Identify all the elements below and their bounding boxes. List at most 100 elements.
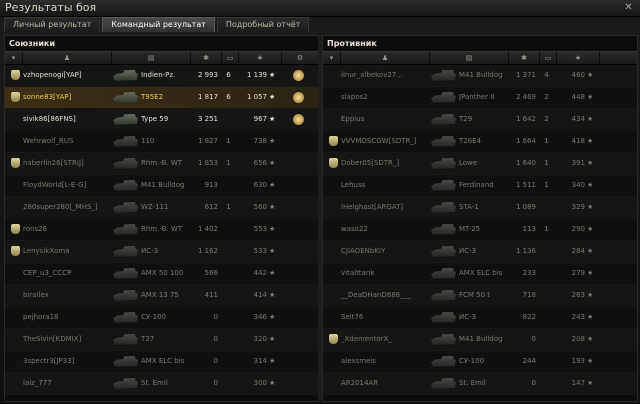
player-name[interactable]: LenysikXoma <box>23 241 115 262</box>
table-row[interactable]: ilnur_albekov27... M41 Bulldog 1 371 4 460 ★ <box>323 65 637 87</box>
damage-value: 1 511 <box>515 181 536 189</box>
player-name[interactable]: Lehuss <box>341 175 433 196</box>
xp-value: 346 <box>253 313 267 321</box>
table-row[interactable]: __DeaDHanD888___ FCM 50 t 718 263 ★ <box>323 285 637 307</box>
player-name[interactable]: ilnur_albekov27... <box>341 65 433 86</box>
medal-column-header[interactable]: ⚙ <box>282 52 318 64</box>
table-row[interactable]: Seit76 ИС-3 822 243 ★ <box>323 307 637 329</box>
kills-value <box>221 307 236 328</box>
table-row[interactable]: TheSivin[KDMIX] T37 0 320 ★ <box>5 329 318 351</box>
player-name[interactable]: sivik86[86FNS] <box>23 109 115 130</box>
player-name[interactable]: VVVMOSCOW[SDTR_] <box>341 131 433 152</box>
tab-personal-result[interactable]: Личный результат <box>4 17 101 32</box>
table-row[interactable]: FloydWorld[L-E-G] M41 Bulldog 913 630 ★ <box>5 175 318 197</box>
table-row[interactable]: vzhopenogi[YAP] Indien-Pz. 2 993 6 1 139 ★ <box>5 65 318 87</box>
vehicle-column-header[interactable]: ▤ <box>430 52 509 64</box>
table-row[interactable]: AR2014AR St. Emil 0 147 ★ <box>323 373 637 395</box>
player-name[interactable]: naberlin26[STRIJ] <box>23 153 115 174</box>
table-row[interactable]: pejhora18 СУ-100 0 346 ★ <box>5 307 318 329</box>
tab-team-result[interactable]: Командный результат <box>102 17 215 32</box>
table-row[interactable]: CJIAOENbKIY ИС-3 1 136 284 ★ <box>323 241 637 263</box>
player-name[interactable]: CJIAOENbKIY <box>341 241 433 262</box>
kills-column-header[interactable]: ▭ <box>540 52 557 64</box>
table-row[interactable]: rons26 Rhm.-B. WT 1 402 553 ★ <box>5 219 318 241</box>
star-icon: ★ <box>587 291 594 299</box>
player-name[interactable]: FloydWorld[L-E-G] <box>23 175 115 196</box>
star-icon: ★ <box>269 335 276 343</box>
medal-column-header[interactable] <box>600 52 637 64</box>
table-row[interactable]: 3spectr3[JP33] AMX ELC bis 0 314 ★ <box>5 351 318 373</box>
table-row[interactable]: waso22 MT-25 113 1 290 ★ <box>323 219 637 241</box>
player-name[interactable]: 280super280[_MHS_] <box>23 197 115 218</box>
damage-column-header[interactable]: ✱ <box>509 52 540 64</box>
vehicle-name: Lowe <box>459 159 478 167</box>
table-row[interactable]: CEP_u3_CCCP AMX 50 100 566 442 ★ <box>5 263 318 285</box>
xp-value: 656 <box>253 159 267 167</box>
table-row[interactable]: VVVMOSCOW[SDTR_] T26E4 1 664 1 418 ★ <box>323 131 637 153</box>
player-column-header[interactable]: ♟ <box>23 52 112 64</box>
table-row[interactable]: naberlin26[STRIJ] Rhm.-B. WT 1 853 1 656 ★ <box>5 153 318 175</box>
player-name[interactable]: AR2014AR <box>341 373 433 394</box>
vehicle-column-header[interactable]: ▤ <box>112 52 191 64</box>
vehicle-name: ИС-3 <box>459 313 477 321</box>
kills-value <box>539 351 554 372</box>
medal-icon <box>608 241 624 262</box>
player-name[interactable]: TheSivin[KDMIX] <box>23 329 115 350</box>
player-name[interactable]: pejhora18 <box>23 307 115 328</box>
player-name[interactable]: _XdementorX_ <box>341 329 433 350</box>
player-name[interactable]: vitalttank <box>341 263 433 284</box>
player-name[interactable]: Eppius <box>341 109 433 130</box>
xp-column-header[interactable]: ★ <box>557 52 600 64</box>
table-row[interactable]: laiz_777 St. Emil 0 300 ★ <box>5 373 318 395</box>
player-name[interactable]: Dober05[SDTR_] <box>341 153 433 174</box>
platoon-icon <box>8 197 22 218</box>
platoon-icon <box>8 175 22 196</box>
medal-icon <box>608 87 624 108</box>
player-name[interactable]: vzhopenogi[YAP] <box>23 65 115 86</box>
player-name[interactable]: alexsmeis <box>341 351 433 372</box>
player-name[interactable]: slapos2 <box>341 87 433 108</box>
kills-value <box>221 109 236 130</box>
xp-value: 314 <box>253 357 267 365</box>
table-row[interactable]: alexsmeis СУ-100 244 193 ★ <box>323 351 637 373</box>
player-name[interactable]: CEP_u3_CCCP <box>23 263 115 284</box>
platoon-column-header[interactable]: ▾ <box>5 52 23 64</box>
table-row[interactable]: Dober05[SDTR_] Lowe 1 640 1 391 ★ <box>323 153 637 175</box>
table-row[interactable]: slapos2 JPanther II 2 469 2 448 ★ <box>323 87 637 109</box>
tank-icon <box>113 131 139 152</box>
kills-value: 1 <box>226 159 231 167</box>
close-icon[interactable]: ✕ <box>623 2 634 13</box>
table-row[interactable]: sivik86[86FNS] Type 59 3 251 967 ★ <box>5 109 318 131</box>
kills-column-header[interactable]: ▭ <box>222 52 239 64</box>
xp-value: 320 <box>253 335 267 343</box>
table-row[interactable]: sonne83[YAP] T95E2 1 817 6 1 057 ★ <box>5 87 318 109</box>
table-row[interactable]: Lehuss Ferdinand 1 511 1 340 ★ <box>323 175 637 197</box>
player-name[interactable]: Seit76 <box>341 307 433 328</box>
damage-column-header[interactable]: ✱ <box>191 52 222 64</box>
table-row[interactable]: birallex AMX 13 75 411 414 ★ <box>5 285 318 307</box>
player-name[interactable]: birallex <box>23 285 115 306</box>
kills-value: 4 <box>544 71 549 79</box>
player-name[interactable]: __DeaDHanD888___ <box>341 285 433 306</box>
player-name[interactable]: waso22 <box>341 219 433 240</box>
player-name[interactable]: iHelghast[ARGAT] <box>341 197 433 218</box>
table-row[interactable]: _XdementorX_ M41 Bulldog 0 208 ★ <box>323 329 637 351</box>
player-name[interactable]: Wehrwolf_RUS <box>23 131 115 152</box>
tab-detailed-report[interactable]: Подробный отчёт <box>216 17 310 32</box>
table-row[interactable]: LenysikXoma ИС-3 1 162 533 ★ <box>5 241 318 263</box>
star-icon: ★ <box>269 269 276 277</box>
table-row[interactable]: vitalttank AMX ELC bis 233 279 ★ <box>323 263 637 285</box>
table-row[interactable]: 280super280[_MHS_] WZ-111 612 1 560 ★ <box>5 197 318 219</box>
xp-column-header[interactable]: ★ <box>239 52 282 64</box>
player-column-header[interactable]: ♟ <box>341 52 430 64</box>
player-name[interactable]: 3spectr3[JP33] <box>23 351 115 372</box>
table-row[interactable]: Wehrwolf_RUS 110 1 827 1 738 ★ <box>5 131 318 153</box>
platoon-column-header[interactable]: ▾ <box>323 52 341 64</box>
damage-value: 1 402 <box>197 225 218 233</box>
table-row[interactable]: Eppius T29 1 642 2 434 ★ <box>323 109 637 131</box>
player-name[interactable]: laiz_777 <box>23 373 115 394</box>
table-row[interactable]: iHelghast[ARGAT] STA-1 1 089 329 ★ <box>323 197 637 219</box>
player-name[interactable]: sonne83[YAP] <box>23 87 115 108</box>
player-name[interactable]: rons26 <box>23 219 115 240</box>
kills-value <box>221 175 236 196</box>
